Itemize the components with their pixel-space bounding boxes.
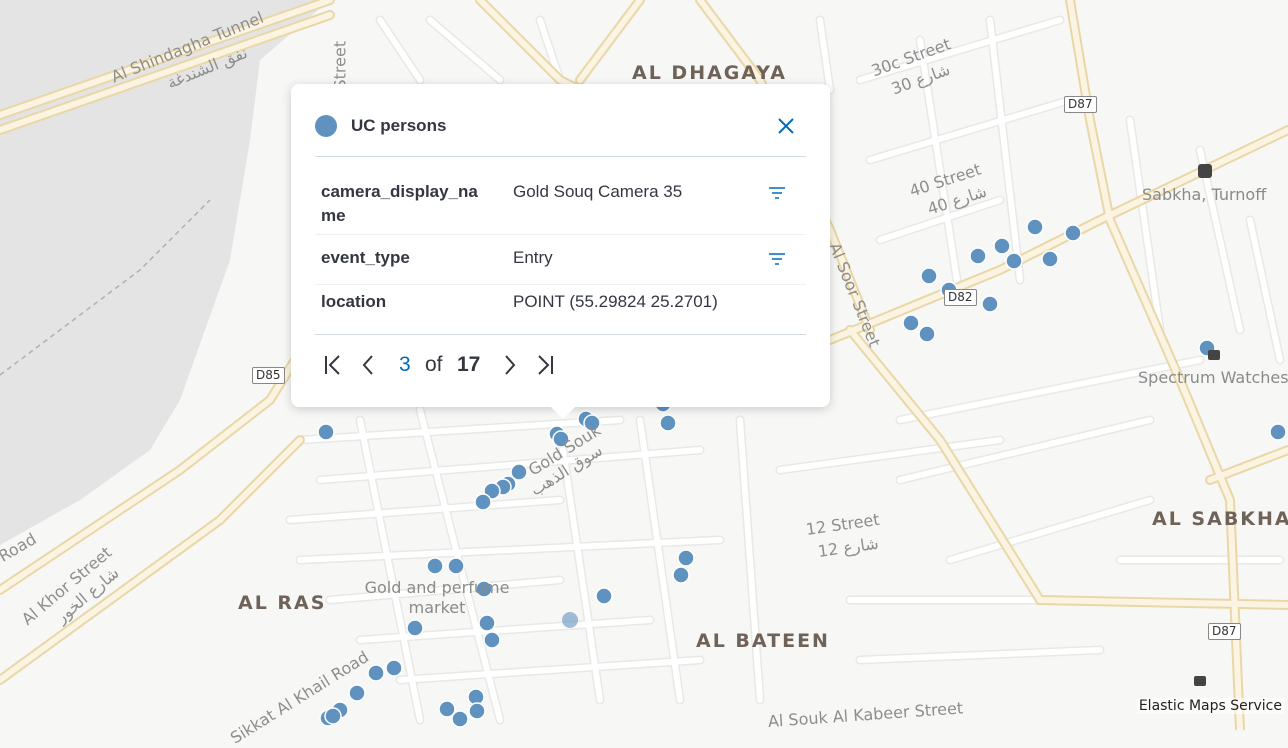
popup-arrow	[551, 407, 575, 419]
person-point-marker[interactable]	[595, 587, 613, 605]
road-shield: D87	[1064, 96, 1097, 113]
person-point-marker[interactable]	[981, 295, 999, 313]
person-point-marker[interactable]	[1269, 423, 1287, 441]
property-key: camera_display_name	[321, 182, 478, 225]
last-page-icon[interactable]	[533, 350, 557, 380]
person-point-marker[interactable]	[1041, 250, 1059, 268]
property-value: Gold Souq Camera 35	[513, 182, 683, 201]
next-page-icon[interactable]	[497, 350, 521, 380]
person-point-marker[interactable]	[918, 325, 936, 343]
person-point-marker[interactable]	[385, 659, 403, 677]
road-shield: D87	[1208, 623, 1241, 640]
prev-page-icon[interactable]	[357, 350, 381, 380]
place-label-al-bateen: AL BATEEN	[696, 630, 830, 652]
popup-separator	[315, 156, 806, 157]
filter-icon[interactable]	[768, 252, 786, 266]
person-point-marker[interactable]	[1064, 224, 1082, 242]
person-point-marker[interactable]	[920, 267, 938, 285]
street-label: Street	[330, 40, 350, 90]
feature-tooltip-popup: UC persons camera_display_name Gold Souq…	[291, 84, 830, 419]
place-label-al-sabkha: AL SABKHA	[1152, 508, 1288, 530]
place-label-al-dhagaya: AL DHAGAYA	[632, 62, 787, 84]
road-shield: D85	[252, 367, 285, 384]
first-page-icon[interactable]	[321, 350, 345, 380]
person-point-marker[interactable]	[474, 493, 492, 511]
person-point-marker[interactable]	[324, 707, 342, 725]
popup-separator	[315, 334, 806, 335]
property-value: Entry	[513, 248, 553, 267]
layer-color-swatch	[315, 115, 337, 137]
person-point-marker[interactable]	[993, 237, 1011, 255]
current-page: 3	[399, 353, 411, 376]
property-row: location POINT (55.29824 25.2701)	[315, 290, 806, 328]
poi-label-sabkha-turnoff: Sabkha, Turnoff	[1142, 185, 1267, 204]
poi-label-spectrum-watches: Spectrum Watches	[1138, 368, 1288, 387]
filter-icon[interactable]	[768, 186, 786, 200]
bus-stop-icon	[1198, 164, 1212, 178]
person-point-marker[interactable]	[659, 414, 677, 432]
person-point-marker[interactable]	[348, 684, 366, 702]
person-point-marker[interactable]	[451, 710, 469, 728]
person-point-marker[interactable]	[677, 549, 695, 567]
popup-header: UC persons	[315, 114, 806, 140]
person-point-marker[interactable]	[1005, 252, 1023, 270]
person-point-marker[interactable]	[468, 702, 486, 720]
close-icon[interactable]	[774, 114, 798, 138]
road-shield: D82	[944, 289, 977, 306]
place-label-al-ras: AL RAS	[238, 592, 327, 614]
person-point-marker[interactable]	[902, 314, 920, 332]
person-point-marker[interactable]	[1026, 218, 1044, 236]
person-point-marker[interactable]	[367, 664, 385, 682]
total-pages: 17	[457, 353, 481, 376]
shop-icon	[1208, 350, 1220, 360]
layer-name: UC persons	[351, 116, 447, 135]
person-point-marker[interactable]	[447, 557, 465, 575]
property-row: event_type Entry	[315, 246, 806, 285]
shop-icon	[1194, 676, 1206, 686]
property-row: camera_display_name Gold Souq Camera 35	[315, 180, 806, 235]
property-value: POINT (55.29824 25.2701)	[513, 292, 718, 311]
person-point-marker[interactable]	[426, 557, 444, 575]
property-key: event_type	[321, 248, 410, 267]
property-key: location	[321, 292, 387, 311]
map-attribution[interactable]: Elastic Maps Service	[1136, 698, 1284, 714]
person-point-marker[interactable]	[969, 247, 987, 265]
person-point-marker[interactable]	[317, 423, 335, 441]
person-point-marker-faded[interactable]	[562, 612, 578, 628]
person-point-marker[interactable]	[672, 566, 690, 584]
pager-of-label: of	[425, 353, 443, 376]
person-point-marker[interactable]	[483, 631, 501, 649]
poi-label-gold-market: Gold and perfume market	[364, 578, 510, 617]
person-point-marker[interactable]	[406, 619, 424, 637]
